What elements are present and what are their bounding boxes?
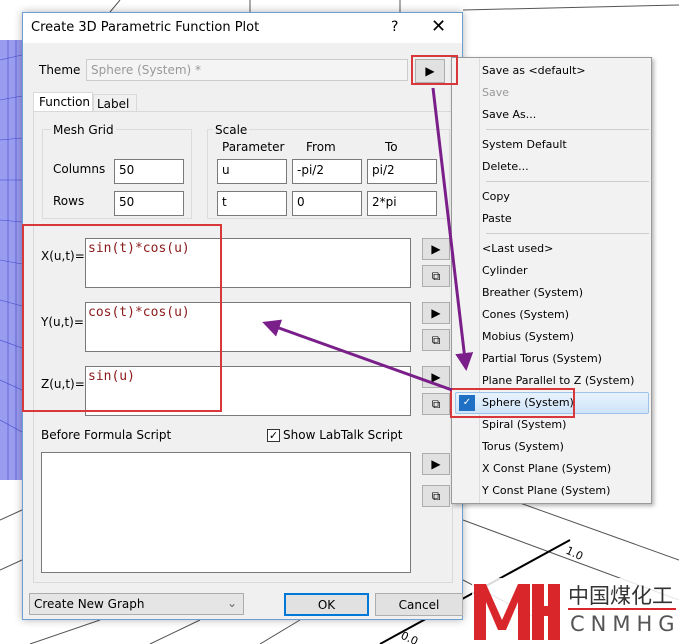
arrow-to-sphere [431,87,474,371]
arrow-to-formulas [262,319,453,392]
watermark-logo: 中国煤化工 CNMHG [472,578,679,644]
watermark-cn: 中国煤化工 [568,584,673,608]
mh-logo-icon [474,584,560,640]
watermark-en: CNMHG [570,612,679,636]
annotation-arrows [262,87,474,392]
